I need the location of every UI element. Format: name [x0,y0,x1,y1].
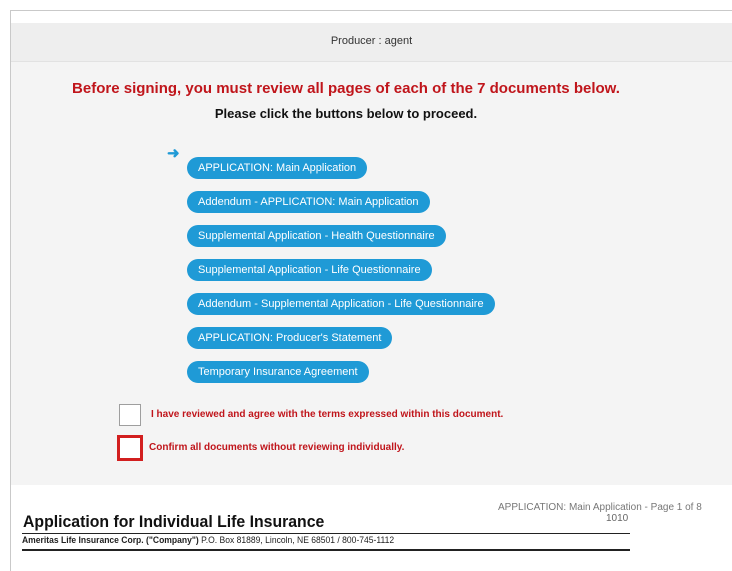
company-info: Ameritas Life Insurance Corp. ("Company"… [22,535,394,545]
document-title: Application for Individual Life Insuranc… [23,512,325,531]
bottom-divider [22,549,630,551]
right-arrow-icon: ➜ [167,145,180,162]
agree-terms-checkbox[interactable] [119,404,141,426]
company-name: Ameritas Life Insurance Corp. ("Company"… [22,535,199,545]
document-button-health-questionnaire[interactable]: Supplemental Application - Health Questi… [187,225,446,247]
review-warning: Before signing, you must review all page… [72,80,620,97]
document-page-indicator: APPLICATION: Main Application - Page 1 o… [498,502,702,513]
review-panel: Producer : agent Before signing, you mus… [11,23,732,485]
document-button-temporary-insurance-agreement[interactable]: Temporary Insurance Agreement [187,361,369,383]
company-address: P.O. Box 81889, Lincoln, NE 68501 / 800-… [201,535,395,545]
document-button-addendum-main-application[interactable]: Addendum - APPLICATION: Main Application [187,191,430,213]
document-button-addendum-life-questionnaire[interactable]: Addendum - Supplemental Application - Li… [187,293,495,315]
header-bar: Producer : agent [11,23,732,62]
confirm-all-checkbox[interactable] [117,435,143,461]
agree-terms-label: I have reviewed and agree with the terms… [151,409,504,420]
title-divider [22,533,630,534]
document-button-life-questionnaire[interactable]: Supplemental Application - Life Question… [187,259,432,281]
document-button-main-application[interactable]: APPLICATION: Main Application [187,157,368,179]
application-window: Producer : agent Before signing, you mus… [10,10,732,571]
review-instruction: Please click the buttons below to procee… [214,106,478,121]
producer-label: Producer : agent [330,35,413,47]
form-number: 1010 [606,513,629,524]
confirm-all-label: Confirm all documents without reviewing … [149,442,405,453]
document-button-producers-statement[interactable]: APPLICATION: Producer's Statement [187,327,393,349]
